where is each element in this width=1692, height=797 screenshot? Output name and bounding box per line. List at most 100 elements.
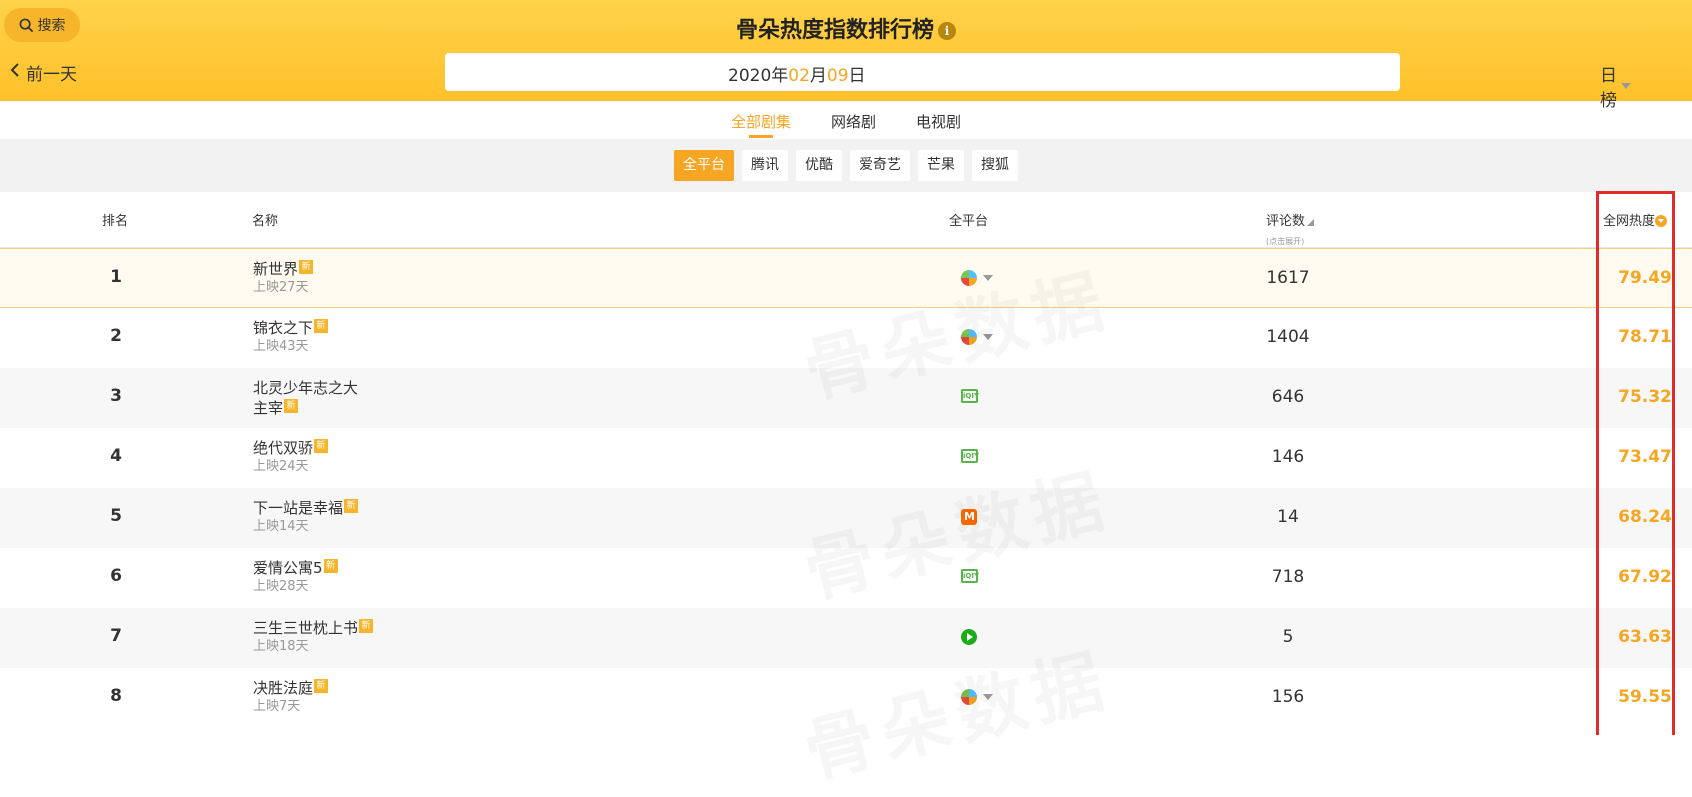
- rank-number: 5: [110, 506, 122, 526]
- rank-number: 2: [110, 326, 122, 346]
- chevron-left-icon: [10, 62, 20, 83]
- category-tabs: 全部剧集 网络剧 电视剧: [0, 101, 1692, 139]
- platform-cell: iQIY: [961, 449, 979, 463]
- series-name[interactable]: 三生三世枕上书: [253, 619, 358, 637]
- date-day: 09: [826, 66, 849, 86]
- heat-value: 59.55: [1618, 687, 1672, 707]
- header-platform: 全平台: [949, 214, 989, 229]
- tencent-video-icon: [961, 629, 977, 645]
- table-row[interactable]: 3 北灵少年志之大 主宰新 iQIY 646 75.32: [0, 368, 1692, 428]
- prev-day-button[interactable]: 前一天: [10, 60, 77, 85]
- multi-platform-icon: [961, 689, 977, 705]
- release-days: 上映43天: [253, 339, 309, 354]
- platform-youku-button[interactable]: 优酷: [796, 150, 842, 181]
- header-heat[interactable]: 全网热度: [1603, 210, 1668, 229]
- platform-sohu-button[interactable]: 搜狐: [972, 150, 1018, 181]
- comment-count: 1404: [1266, 327, 1310, 347]
- series-name[interactable]: 北灵少年志之大: [253, 379, 358, 397]
- tab-web-series[interactable]: 网络剧: [831, 101, 876, 139]
- table-row[interactable]: 7 三生三世枕上书新上映18天 5 63.63: [0, 608, 1692, 668]
- new-badge: 新: [314, 679, 329, 693]
- new-badge: 新: [299, 260, 314, 274]
- series-name[interactable]: 绝代双骄: [253, 439, 313, 457]
- series-cell: 决胜法庭新上映7天: [253, 678, 329, 716]
- series-cell: 新世界新上映27天: [253, 259, 314, 297]
- rank-number: 8: [110, 686, 122, 706]
- header-comments-expand-hint: (点击展开): [1266, 237, 1305, 246]
- new-badge: 新: [314, 439, 329, 453]
- series-name[interactable]: 下一站是幸福: [253, 499, 343, 517]
- platform-cell: [961, 329, 993, 345]
- rank-number: 7: [110, 626, 122, 646]
- header-name: 名称: [252, 214, 279, 229]
- rank-number: 1: [110, 267, 122, 287]
- platform-cell: [961, 629, 977, 645]
- platform-tencent-button[interactable]: 腾讯: [742, 150, 788, 181]
- platform-cell: [961, 509, 977, 525]
- date-month: 02: [788, 66, 810, 86]
- release-days: 上映27天: [253, 280, 309, 295]
- date-picker[interactable]: 2020年02月09日: [728, 61, 866, 86]
- page-title: 骨朵热度指数排行榜 i: [0, 12, 1692, 44]
- date-day-unit: 日: [848, 66, 866, 86]
- platform-iqiyi-button[interactable]: 爱奇艺: [850, 150, 910, 181]
- multi-platform-icon: [961, 270, 977, 286]
- header-rank: 排名: [102, 214, 129, 229]
- comment-count: 646: [1271, 387, 1305, 407]
- table-row[interactable]: 6 爱情公寓5 新上映28天 iQIY 718 67.92: [0, 548, 1692, 608]
- table-row[interactable]: 4 绝代双骄新上映24天 iQIY 146 73.47: [0, 428, 1692, 488]
- info-icon[interactable]: i: [938, 22, 956, 40]
- series-cell: 绝代双骄新上映24天: [253, 438, 329, 476]
- series-name[interactable]: 锦衣之下: [253, 319, 313, 337]
- table-row[interactable]: 1 新世界新上映27天 1617 79.49: [0, 248, 1692, 308]
- series-name[interactable]: 新世界: [253, 260, 298, 278]
- table-row[interactable]: 2 锦衣之下新上映43天 1404 78.71: [0, 308, 1692, 368]
- iqiyi-icon: iQIY: [961, 389, 979, 403]
- release-days: 上映14天: [253, 519, 309, 534]
- caret-down-icon[interactable]: [983, 334, 993, 340]
- rank-number: 4: [110, 446, 122, 466]
- header-heat-label: 全网热度: [1603, 214, 1656, 229]
- tab-tv-series[interactable]: 电视剧: [916, 101, 961, 139]
- platform-cell: [961, 689, 993, 705]
- release-days: 上映28天: [253, 579, 309, 594]
- platform-cell: iQIY: [961, 389, 979, 403]
- heat-value: 73.47: [1618, 447, 1672, 467]
- table-header: 排名 名称 全平台 评论数 (点击展开) 全网热度: [0, 192, 1692, 248]
- heat-value: 79.49: [1618, 268, 1672, 288]
- date-month-unit: 月: [809, 66, 827, 86]
- series-name[interactable]: 决胜法庭: [253, 679, 313, 697]
- platform-all-button[interactable]: 全平台: [674, 150, 734, 181]
- new-badge: 新: [314, 319, 329, 333]
- heat-value: 75.32: [1618, 387, 1672, 407]
- release-days: 上映24天: [253, 459, 309, 474]
- series-cell: 锦衣之下新上映43天: [253, 318, 329, 356]
- page-title-text: 骨朵热度指数排行榜: [735, 18, 934, 43]
- sort-down-icon: [1655, 215, 1668, 227]
- sort-icon: [1307, 219, 1315, 226]
- series-cell: 下一站是幸福新上映14天: [253, 498, 359, 536]
- multi-platform-icon: [961, 329, 977, 345]
- table-row[interactable]: 5 下一站是幸福新上映14天 14 68.24: [0, 488, 1692, 548]
- tab-all-series[interactable]: 全部剧集: [731, 101, 791, 139]
- caret-down-icon[interactable]: [983, 275, 993, 281]
- table-row[interactable]: 8 决胜法庭新上映7天 156 59.55: [0, 668, 1692, 728]
- date-bar: 2020年02月09日 日榜: [445, 53, 1631, 111]
- rank-number: 6: [110, 566, 122, 586]
- heat-value: 67.92: [1618, 567, 1672, 587]
- heat-value: 63.63: [1618, 627, 1672, 647]
- mango-icon: [961, 509, 977, 525]
- header-comments[interactable]: 评论数: [1266, 210, 1315, 229]
- caret-down-icon[interactable]: [983, 694, 993, 700]
- date-year: 2020: [728, 66, 772, 86]
- comment-count: 146: [1271, 447, 1305, 467]
- series-name[interactable]: 爱情公寓5: [253, 559, 323, 577]
- platform-mango-button[interactable]: 芒果: [918, 150, 964, 181]
- comment-count: 14: [1277, 507, 1299, 527]
- series-name-cont[interactable]: 主宰: [253, 399, 283, 417]
- series-cell: 北灵少年志之大 主宰新: [253, 378, 358, 418]
- new-badge: 新: [323, 559, 338, 573]
- rank-number: 3: [110, 386, 122, 406]
- comment-count: 1617: [1266, 268, 1310, 288]
- header-comments-label: 评论数: [1266, 214, 1306, 229]
